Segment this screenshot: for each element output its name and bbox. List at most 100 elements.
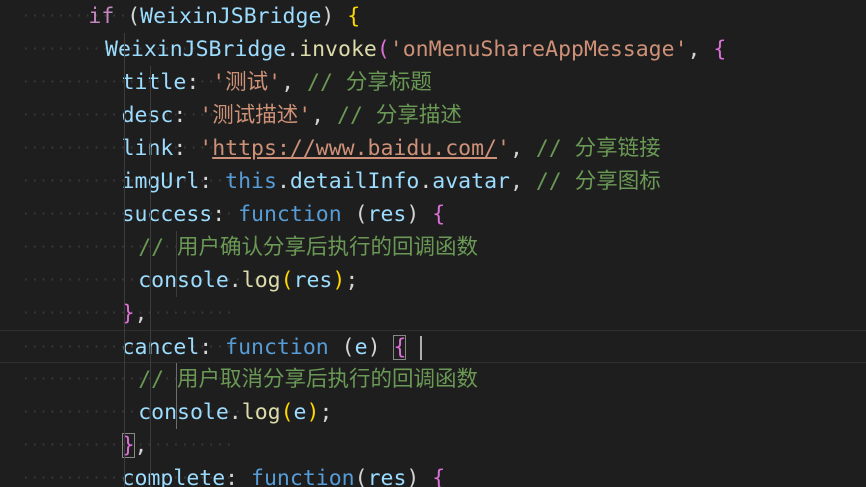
- code-token: res: [293, 268, 333, 293]
- code-line[interactable]: ························ complete: functi…: [0, 462, 866, 487]
- code-token: success: [121, 202, 213, 227]
- code-token: e: [293, 400, 307, 425]
- code-token: desc: [121, 103, 174, 128]
- code-line[interactable]: ····························// 用户确认分享后执行…: [0, 231, 866, 264]
- code-token: log: [241, 400, 281, 425]
- code-text: desc: '测试描述', // 分享描述: [122, 99, 462, 132]
- code-token: (: [328, 335, 355, 360]
- code-token: :: [212, 202, 239, 227]
- code-line[interactable]: ························},: [0, 297, 866, 330]
- code-text: // 用户确认分享后执行的回调函数: [138, 231, 478, 264]
- code-token: imgUrl: [121, 169, 200, 194]
- code-token: .: [276, 169, 290, 194]
- code-token: :: [173, 136, 200, 161]
- code-token: .: [419, 169, 433, 194]
- code-token: // 分享图标: [535, 169, 661, 194]
- code-token: '测试描述': [199, 103, 312, 128]
- code-token: ): [406, 466, 433, 487]
- code-line[interactable]: ···························· console.log(…: [0, 264, 866, 297]
- code-text: success: function (res) {: [122, 198, 446, 231]
- code-line[interactable]: ························ desc: '测试描述', //…: [0, 99, 866, 132]
- code-line[interactable]: ················ if (WeixinJSBridge) {: [0, 0, 866, 33]
- code-token: {: [393, 335, 407, 360]
- code-line[interactable]: ····························// 用户取消分享后执行…: [0, 363, 866, 396]
- code-token: res: [367, 202, 407, 227]
- code-token: (: [280, 400, 294, 425]
- code-token: function: [225, 335, 329, 360]
- code-editor[interactable]: ················ if (WeixinJSBridge) {···…: [0, 0, 866, 487]
- code-token: https://www.baidu.com/: [212, 136, 497, 161]
- code-line[interactable]: ························ success: functio…: [0, 198, 866, 231]
- code-text: },: [121, 429, 148, 462]
- code-token: this: [225, 169, 277, 194]
- code-token: ,: [134, 433, 148, 458]
- code-token: cancel: [121, 335, 200, 360]
- code-token: avatar: [432, 169, 510, 194]
- code-line[interactable]: ························ imgUrl: this.det…: [0, 165, 866, 198]
- code-token: function: [251, 466, 355, 487]
- code-token: '测试': [212, 70, 282, 95]
- code-token: complete: [121, 466, 226, 487]
- code-token: console: [138, 268, 229, 293]
- indent-guide: [150, 66, 151, 487]
- indent-guide: [176, 363, 177, 429]
- code-line-active[interactable]: ························ cancel: function…: [0, 330, 866, 363]
- code-token: ,: [509, 169, 536, 194]
- code-token: // 分享描述: [337, 103, 462, 128]
- code-text: if (WeixinJSBridge) {: [88, 0, 360, 33]
- code-token: .: [228, 400, 242, 425]
- code-token: (: [280, 268, 294, 293]
- code-text: // 用户取消分享后执行的回调函数: [138, 363, 478, 396]
- code-token: ): [332, 268, 346, 293]
- code-token: ,: [281, 70, 307, 95]
- code-token: title: [121, 70, 187, 95]
- code-token: // 用户确认分享后执行的回调函数: [138, 235, 479, 260]
- code-token: detailInfo: [289, 169, 420, 194]
- code-token: ': [497, 136, 510, 161]
- code-text: title: '测试', // 分享标题: [122, 66, 432, 99]
- code-token: 'onMenuShareAppMessage': [389, 37, 688, 62]
- code-line[interactable]: ···························· console.log(…: [0, 396, 866, 429]
- code-token: (: [114, 4, 141, 29]
- code-line[interactable]: ························ link: 'https://w…: [0, 132, 866, 165]
- code-line[interactable]: ························},: [0, 429, 866, 462]
- code-token: (: [376, 37, 390, 62]
- code-token: ): [406, 202, 433, 227]
- code-text: link: 'https://www.baidu.com/', // 分享链接: [122, 132, 661, 165]
- code-token: ): [321, 4, 348, 29]
- code-token: invoke: [299, 37, 377, 62]
- code-token: // 分享标题: [307, 70, 432, 95]
- code-token: ,: [509, 136, 536, 161]
- code-token: link: [121, 136, 174, 161]
- code-token: ): [306, 400, 320, 425]
- code-text: cancel: function (e) {: [122, 331, 423, 364]
- code-token: e: [354, 335, 368, 360]
- code-text: console.log(e);: [138, 396, 332, 429]
- code-token: ,: [311, 103, 338, 128]
- code-token: ;: [319, 400, 333, 425]
- code-token: // 用户取消分享后执行的回调函数: [138, 367, 479, 392]
- code-token: (: [354, 466, 368, 487]
- code-token: {: [713, 37, 727, 62]
- code-text: console.log(res);: [138, 264, 358, 297]
- code-token: ;: [345, 268, 359, 293]
- code-text: WeixinJSBridge.invoke('onMenuShareAppMes…: [105, 33, 726, 66]
- code-token: {: [347, 4, 361, 29]
- code-token: {: [432, 202, 446, 227]
- code-token: .: [286, 37, 300, 62]
- code-text: },: [122, 297, 148, 330]
- code-token: :: [173, 103, 200, 128]
- code-token: WeixinJSBridge: [105, 37, 287, 62]
- code-token: console: [138, 400, 229, 425]
- code-line[interactable]: ························ title: '测试', // …: [0, 66, 866, 99]
- code-token: WeixinJSBridge: [140, 4, 322, 29]
- code-line[interactable]: ···················· WeixinJSBridge.invok…: [0, 33, 866, 66]
- code-token: :: [186, 70, 213, 95]
- code-token: ,: [687, 37, 714, 62]
- code-token: log: [241, 268, 281, 293]
- code-text: complete: function(res) {: [122, 462, 446, 487]
- code-token: // 分享链接: [535, 136, 661, 161]
- code-token: :: [199, 169, 226, 194]
- code-token: .: [228, 268, 242, 293]
- code-token: (: [341, 202, 368, 227]
